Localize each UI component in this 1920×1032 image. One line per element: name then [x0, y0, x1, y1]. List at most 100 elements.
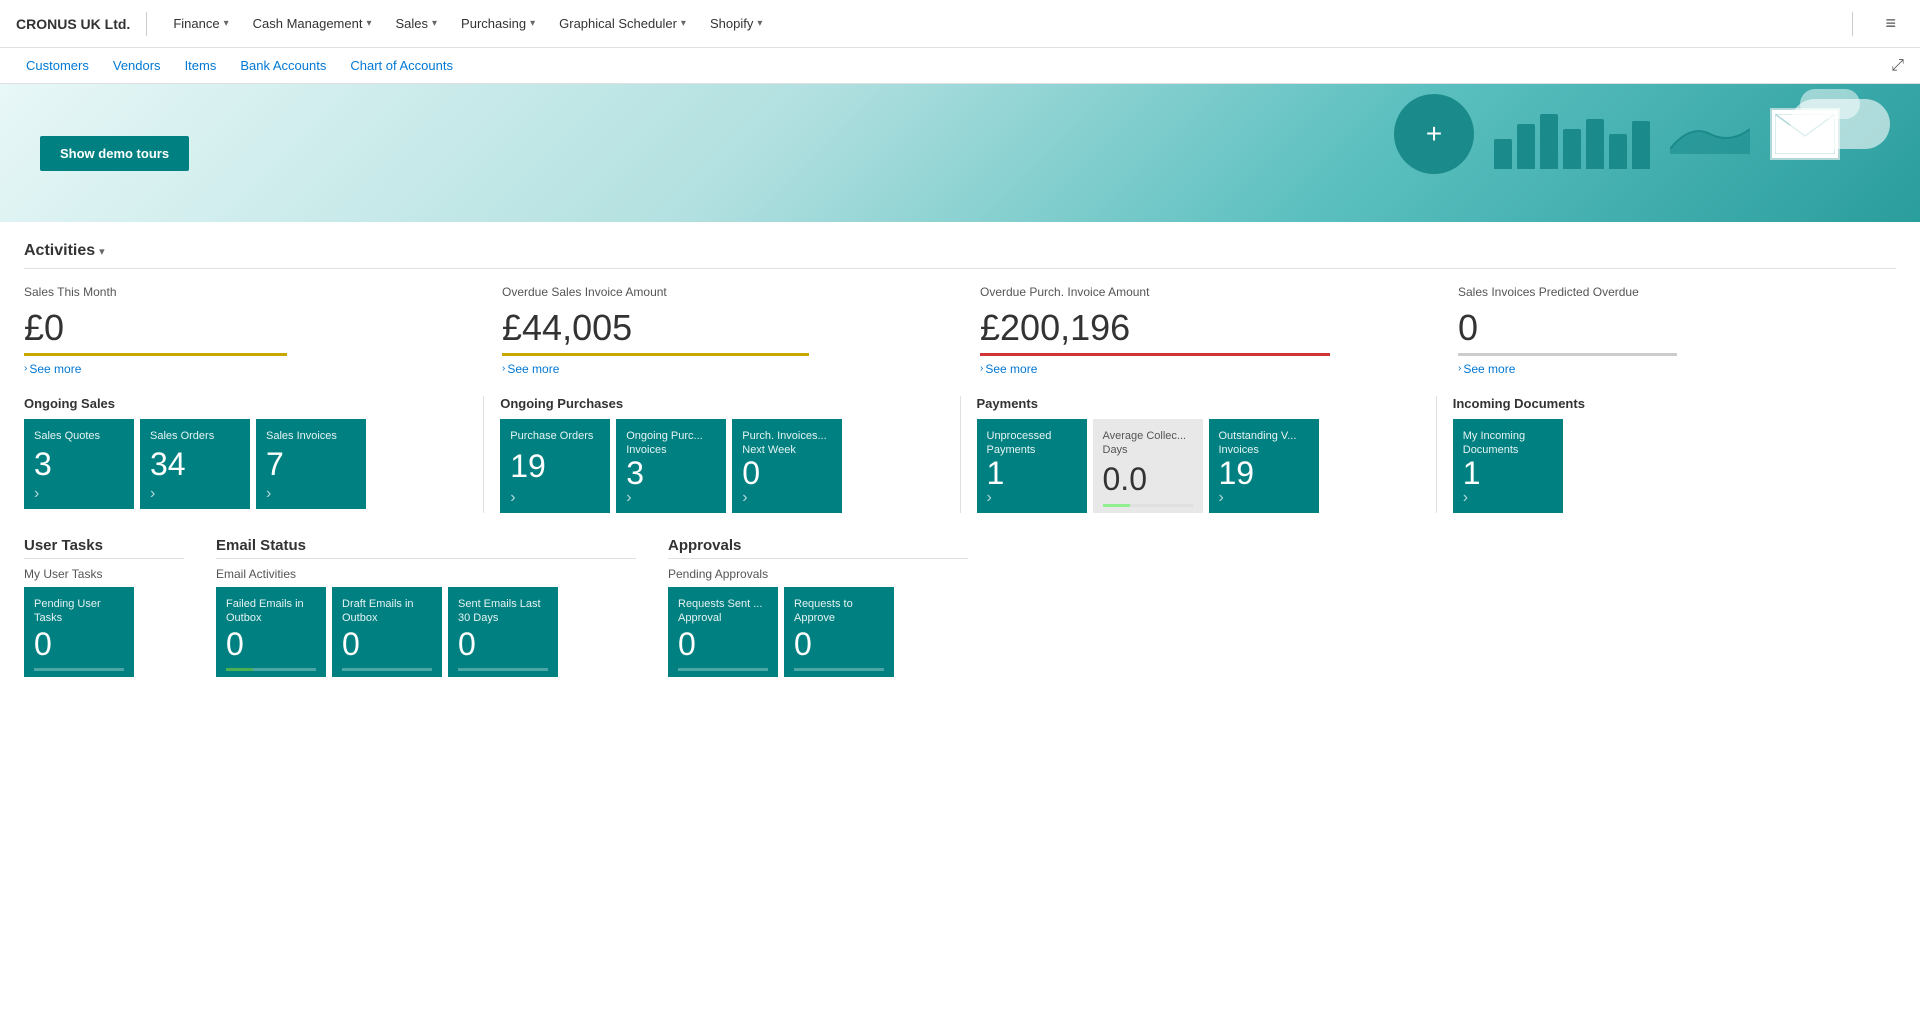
area-chart-icon: [1670, 114, 1750, 154]
chevron-down-icon: ▾: [432, 18, 437, 29]
kpi-label: Overdue Sales Invoice Amount: [502, 285, 940, 301]
tile-unprocessed-payments[interactable]: Unprocessed Payments 1 ›: [977, 419, 1087, 514]
tile-pending-user-tasks[interactable]: Pending User Tasks 0: [24, 587, 134, 677]
tile-sent-emails-30-days[interactable]: Sent Emails Last 30 Days 0: [448, 587, 558, 677]
bottom-sections: User Tasks My User Tasks Pending User Ta…: [24, 537, 1896, 677]
tile-requests-to-approve[interactable]: Requests to Approve 0: [784, 587, 894, 677]
secondary-nav-customers[interactable]: Customers: [16, 54, 99, 77]
secondary-nav-chart-of-accounts[interactable]: Chart of Accounts: [340, 54, 463, 77]
tile-sections: Ongoing Sales Sales Quotes 3 › Sales Ord…: [24, 396, 1896, 514]
top-navigation: CRONUS UK Ltd. Finance ▾ Cash Management…: [0, 0, 1920, 48]
bottom-section-title: Approvals: [668, 537, 968, 554]
kpi-see-more-link[interactable]: › See more: [980, 362, 1418, 376]
secondary-nav-bank-accounts[interactable]: Bank Accounts: [230, 54, 336, 77]
kpi-label: Sales This Month: [24, 285, 462, 301]
hamburger-menu-icon[interactable]: ≡: [1877, 9, 1904, 38]
main-content: Activities ▾ Sales This Month £0 › See m…: [0, 222, 1920, 697]
secondary-nav-vendors[interactable]: Vendors: [103, 54, 171, 77]
tile-section-incoming-documents: Incoming Documents My Incoming Documents…: [1453, 396, 1896, 514]
tile-section-ongoing-purchases: Ongoing Purchases Purchase Orders 19 › O…: [500, 396, 960, 514]
nav-item-finance[interactable]: Finance ▾: [163, 10, 238, 37]
chevron-down-icon: ▾: [757, 18, 762, 29]
kpi-overdue-sales: Overdue Sales Invoice Amount £44,005 › S…: [502, 285, 940, 376]
sub-section-title: Pending Approvals: [668, 567, 968, 581]
tile-sales-invoices[interactable]: Sales Invoices 7 ›: [256, 419, 366, 509]
secondary-nav-items[interactable]: Items: [175, 54, 227, 77]
nav-divider-right: [1852, 12, 1853, 36]
nav-item-shopify[interactable]: Shopify ▾: [700, 10, 772, 37]
tile-section-payments: Payments Unprocessed Payments 1 › Averag…: [977, 396, 1437, 514]
nav-item-sales[interactable]: Sales ▾: [385, 10, 447, 37]
tile-arrow-icon: ›: [626, 489, 631, 507]
tile-purch-invoices-next-week[interactable]: Purch. Invoices... Next Week 0 ›: [732, 419, 842, 514]
bottom-section-divider: [216, 558, 636, 559]
tile-arrow-icon: ›: [1219, 489, 1224, 507]
kpi-see-more-link[interactable]: › See more: [502, 362, 940, 376]
chevron-down-icon: ▾: [530, 18, 535, 29]
kpi-bar: [980, 353, 1330, 356]
tile-section-title: Ongoing Sales: [24, 396, 467, 411]
chevron-right-icon: ›: [980, 363, 983, 374]
small-tiles-row: Failed Emails in Outbox 0 Draft Emails i…: [216, 587, 636, 677]
company-name: CRONUS UK Ltd.: [16, 16, 130, 32]
nav-items: Finance ▾ Cash Management ▾ Sales ▾ Purc…: [163, 10, 1836, 37]
tile-section-ongoing-sales: Ongoing Sales Sales Quotes 3 › Sales Ord…: [24, 396, 484, 514]
show-demo-tours-button[interactable]: Show demo tours: [40, 136, 189, 171]
tile-sales-quotes[interactable]: Sales Quotes 3 ›: [24, 419, 134, 509]
secondary-navigation: Customers Vendors Items Bank Accounts Ch…: [0, 48, 1920, 84]
sub-section-title: Email Activities: [216, 567, 636, 581]
kpi-bar: [24, 353, 287, 356]
tile-section-title: Ongoing Purchases: [500, 396, 943, 411]
kpi-value: £44,005: [502, 307, 940, 349]
kpi-sales-this-month: Sales This Month £0 › See more: [24, 285, 462, 376]
kpi-bar: [1458, 353, 1677, 356]
tile-arrow-icon: ›: [34, 485, 39, 503]
kpi-overdue-purch: Overdue Purch. Invoice Amount £200,196 ›…: [980, 285, 1418, 376]
tile-sales-orders[interactable]: Sales Orders 34 ›: [140, 419, 250, 509]
activities-section-header: Activities ▾: [24, 242, 1896, 260]
tile-section-title: Payments: [977, 396, 1420, 411]
chevron-down-icon: ▾: [681, 18, 686, 29]
tile-outstanding-v-invoices[interactable]: Outstanding V... Invoices 19 ›: [1209, 419, 1319, 514]
tile-arrow-icon: ›: [266, 485, 271, 503]
nav-right: ≡: [1836, 9, 1904, 38]
tile-section-title: Incoming Documents: [1453, 396, 1896, 411]
kpi-sales-predicted: Sales Invoices Predicted Overdue 0 › See…: [1458, 285, 1896, 376]
hero-illustration: +: [1394, 94, 1840, 174]
tile-failed-emails-outbox[interactable]: Failed Emails in Outbox 0: [216, 587, 326, 677]
tile-average-collect-days[interactable]: Average Collec... Days 0.0: [1093, 419, 1203, 514]
bottom-section-title: Email Status: [216, 537, 636, 554]
bottom-section-title: User Tasks: [24, 537, 184, 554]
tile-ongoing-purch-invoices[interactable]: Ongoing Purc... Invoices 3 ›: [616, 419, 726, 514]
tile-arrow-icon: ›: [742, 489, 747, 507]
bottom-section-divider: [668, 558, 968, 559]
chevron-right-icon: ›: [502, 363, 505, 374]
tile-my-incoming-documents[interactable]: My Incoming Documents 1 ›: [1453, 419, 1563, 514]
tile-arrow-icon: ›: [150, 485, 155, 503]
tile-draft-emails-outbox[interactable]: Draft Emails in Outbox 0: [332, 587, 442, 677]
bottom-section-divider: [24, 558, 184, 559]
nav-divider: [146, 12, 147, 36]
kpi-see-more-link[interactable]: › See more: [1458, 362, 1896, 376]
nav-item-graphical-scheduler[interactable]: Graphical Scheduler ▾: [549, 10, 696, 37]
nav-item-cash-management[interactable]: Cash Management ▾: [243, 10, 382, 37]
tile-purchase-orders[interactable]: Purchase Orders 19 ›: [500, 419, 610, 514]
activities-title: Activities: [24, 242, 95, 260]
kpi-value: £0: [24, 307, 462, 349]
expand-icon[interactable]: ⤢: [1891, 57, 1904, 74]
small-tiles-row: Requests Sent ... Approval 0 Requests to…: [668, 587, 968, 677]
tiles-row: Sales Quotes 3 › Sales Orders 34 › Sales…: [24, 419, 467, 509]
sub-section-title: My User Tasks: [24, 567, 184, 581]
kpi-bar: [502, 353, 809, 356]
tile-requests-sent-approval[interactable]: Requests Sent ... Approval 0: [668, 587, 778, 677]
nav-item-purchasing[interactable]: Purchasing ▾: [451, 10, 545, 37]
tile-arrow-icon: ›: [510, 489, 515, 507]
kpi-row: Sales This Month £0 › See more Overdue S…: [24, 285, 1896, 376]
chevron-right-icon: ›: [24, 363, 27, 374]
cloud-decoration-small: [1800, 89, 1860, 119]
activities-chevron-icon[interactable]: ▾: [99, 245, 105, 258]
tiles-row: Unprocessed Payments 1 › Average Collec.…: [977, 419, 1420, 514]
kpi-value: £200,196: [980, 307, 1418, 349]
kpi-see-more-link[interactable]: › See more: [24, 362, 462, 376]
hero-banner: Show demo tours +: [0, 84, 1920, 222]
